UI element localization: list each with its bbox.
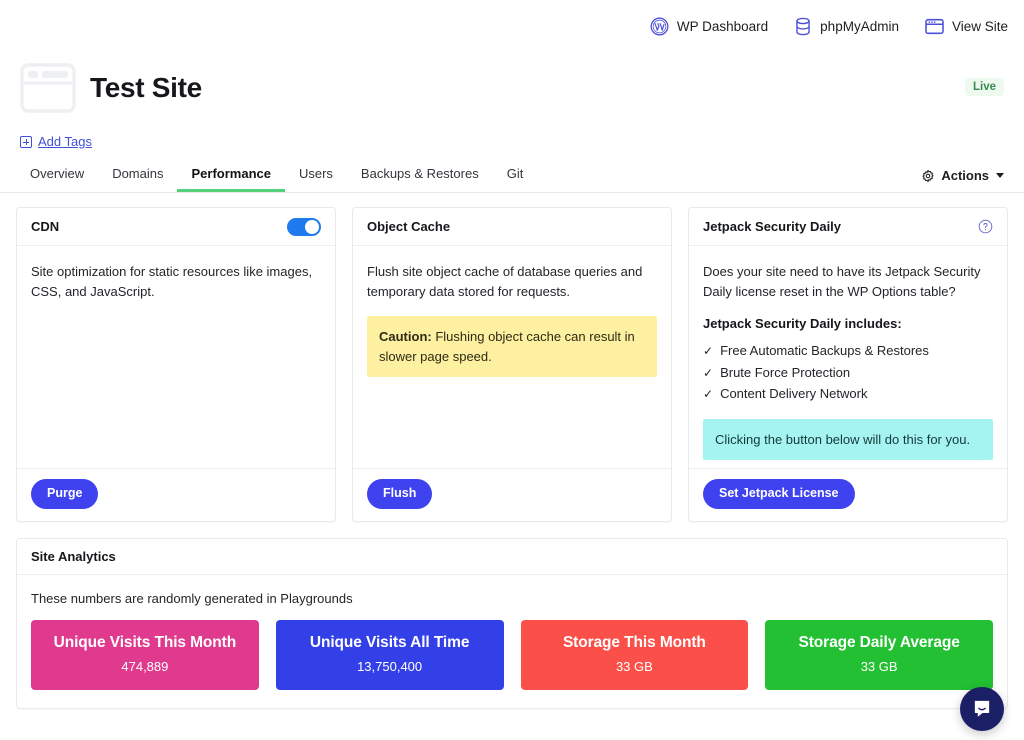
- cdn-card-footer: Purge: [17, 468, 335, 521]
- cdn-toggle[interactable]: [287, 217, 321, 236]
- cdn-card-header: CDN: [17, 208, 335, 246]
- stat-value: 33 GB: [615, 658, 653, 674]
- tab-backups-restores[interactable]: Backups & Restores: [347, 167, 493, 192]
- jetpack-card-footer: Set Jetpack License: [689, 468, 1007, 521]
- stat-value: 33 GB: [860, 658, 898, 674]
- set-jetpack-license-button[interactable]: Set Jetpack License: [703, 479, 855, 509]
- tags-row: Add Tags: [0, 134, 1024, 149]
- site-analytics-note: These numbers are randomly generated in …: [31, 590, 353, 606]
- object-cache-description: Flush site object cache of database quer…: [367, 264, 643, 300]
- cdn-description: Site optimization for static resources l…: [31, 264, 313, 300]
- view-site-link[interactable]: View Site: [925, 18, 1008, 35]
- stat-tile-unique-visits-this-month: Unique Visits This Month 474,889: [31, 619, 259, 690]
- site-analytics-header: Site Analytics: [17, 539, 1007, 575]
- flush-button[interactable]: Flush: [367, 479, 433, 509]
- tab-list: Overview Domains Performance Users Backu…: [20, 160, 537, 192]
- tabs-bar: Overview Domains Performance Users Backu…: [0, 161, 1024, 193]
- question-circle-icon[interactable]: [978, 219, 993, 234]
- object-cache-card-title: Object Cache: [367, 219, 451, 234]
- actions-button[interactable]: Actions: [921, 168, 1004, 192]
- list-item: ✓ Brute Force Protection: [703, 362, 993, 383]
- jetpack-description: Does your site need to have its Jetpack …: [703, 264, 981, 300]
- site-header: Test Site Live: [0, 52, 1024, 116]
- tab-domains[interactable]: Domains: [98, 167, 177, 192]
- jetpack-card-title: Jetpack Security Daily: [703, 219, 842, 234]
- stat-label: Unique Visits All Time: [309, 633, 470, 651]
- tab-performance[interactable]: Performance: [177, 167, 285, 192]
- object-cache-card-footer: Flush: [353, 468, 671, 521]
- object-cache-card-body: Flush site object cache of database quer…: [353, 246, 671, 468]
- object-cache-card: Object Cache Flush site object cache of …: [352, 207, 672, 522]
- check-icon: ✓: [703, 344, 714, 359]
- wp-dashboard-label: WP Dashboard: [676, 18, 769, 34]
- actions-label: Actions: [941, 168, 989, 183]
- browser-window-icon: [925, 18, 944, 35]
- add-tags-label: Add Tags: [38, 134, 92, 149]
- site-analytics-card: Site Analytics These numbers are randoml…: [16, 537, 1008, 709]
- view-site-label: View Site: [951, 18, 1008, 34]
- check-icon: ✓: [703, 365, 714, 380]
- stat-tile-storage-daily-average: Storage Daily Average 33 GB: [765, 619, 993, 690]
- jetpack-card-body: Does your site need to have its Jetpack …: [689, 246, 1007, 468]
- tab-git[interactable]: Git: [493, 167, 538, 192]
- phpmyadmin-label: phpMyAdmin: [820, 18, 899, 34]
- jetpack-feature-label: Brute Force Protection: [720, 364, 851, 380]
- chat-launcher-button[interactable]: [960, 687, 1004, 731]
- object-cache-card-header: Object Cache: [353, 208, 671, 246]
- database-icon: [794, 17, 812, 36]
- performance-card-grid: CDN Site optimization for static resourc…: [0, 193, 1024, 522]
- stat-label: Storage Daily Average: [798, 633, 960, 651]
- jetpack-info-notice: Clicking the button below will do this f…: [703, 418, 993, 461]
- stat-tile-unique-visits-all-time: Unique Visits All Time 13,750,400: [275, 619, 504, 690]
- jetpack-includes-title: Jetpack Security Daily includes:: [703, 316, 902, 332]
- jetpack-feature-list: ✓ Free Automatic Backups & Restores ✓ Br…: [703, 340, 993, 404]
- list-item: ✓ Content Delivery Network: [703, 383, 993, 404]
- stat-tile-row: Unique Visits This Month 474,889 Unique …: [31, 619, 993, 690]
- stat-value: 474,889: [121, 658, 169, 674]
- phpmyadmin-link[interactable]: phpMyAdmin: [794, 17, 899, 36]
- wp-dashboard-link[interactable]: WP Dashboard: [650, 17, 768, 36]
- stat-label: Storage This Month: [562, 633, 706, 651]
- site-thumbnail-icon: [20, 60, 76, 116]
- plus-icon: [20, 135, 32, 148]
- tab-overview[interactable]: Overview: [20, 167, 98, 192]
- cdn-card-title: CDN: [31, 219, 60, 234]
- check-icon: ✓: [703, 387, 714, 402]
- purge-button[interactable]: Purge: [31, 479, 99, 509]
- cdn-card-body: Site optimization for static resources l…: [17, 246, 335, 468]
- caution-label: Caution:: [379, 329, 432, 345]
- list-item: ✓ Free Automatic Backups & Restores: [703, 340, 993, 361]
- chat-bubble-icon: [971, 698, 993, 720]
- stat-value: 13,750,400: [357, 658, 423, 674]
- chevron-down-icon: [996, 173, 1004, 178]
- page-root: WP Dashboard phpMyAdmin View Site Test S…: [0, 0, 1024, 740]
- cdn-card: CDN Site optimization for static resourc…: [16, 207, 336, 522]
- jetpack-card: Jetpack Security Daily Does your site ne…: [688, 207, 1008, 522]
- caution-notice: Caution: Flushing object cache can resul…: [367, 316, 657, 378]
- cdn-toggle-knob: [305, 219, 319, 234]
- jetpack-feature-label: Content Delivery Network: [720, 386, 868, 402]
- jetpack-feature-label: Free Automatic Backups & Restores: [720, 343, 929, 359]
- stat-label: Unique Visits This Month: [53, 633, 237, 651]
- stat-tile-storage-this-month: Storage This Month 33 GB: [520, 619, 749, 690]
- wordpress-icon: [650, 17, 669, 36]
- gear-icon: [921, 169, 935, 183]
- top-utility-bar: WP Dashboard phpMyAdmin View Site: [0, 0, 1024, 52]
- tab-users[interactable]: Users: [285, 167, 347, 192]
- jetpack-card-header: Jetpack Security Daily: [689, 208, 1007, 246]
- status-badge: Live: [964, 78, 1004, 96]
- page-title: Test Site: [90, 72, 202, 103]
- site-analytics-title: Site Analytics: [31, 548, 116, 564]
- site-analytics-body: These numbers are randomly generated in …: [17, 575, 1007, 708]
- add-tags-button[interactable]: Add Tags: [20, 134, 92, 149]
